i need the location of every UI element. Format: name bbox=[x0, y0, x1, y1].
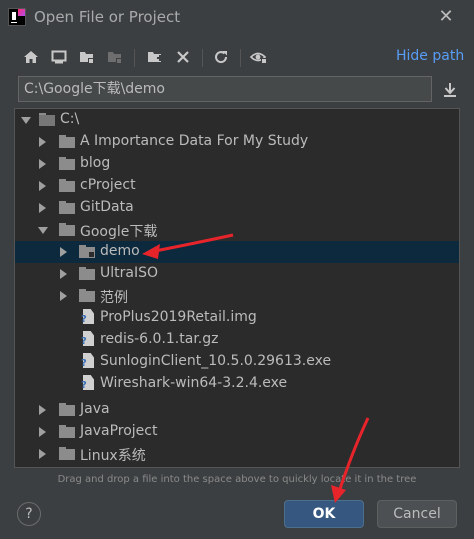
project-folder-icon[interactable] bbox=[76, 46, 98, 68]
tree-item-file[interactable]: ? Wireshark-win64-3.2.4.exe bbox=[15, 373, 459, 395]
cancel-button[interactable]: Cancel bbox=[377, 500, 457, 528]
download-icon[interactable] bbox=[440, 80, 460, 100]
tree-item-file[interactable]: ? SunloginClient_10.5.0.29613.exe bbox=[15, 351, 459, 373]
tree-item-label: JavaProject bbox=[80, 423, 158, 439]
tree-item-label: Linux系统 bbox=[80, 448, 146, 464]
collapsed-arrow-icon[interactable] bbox=[39, 449, 46, 459]
tree-item-label: blog bbox=[80, 155, 111, 171]
toolbar-separator bbox=[134, 49, 135, 67]
collapsed-arrow-icon[interactable] bbox=[60, 291, 67, 301]
folder-icon bbox=[59, 179, 75, 192]
path-input[interactable]: C:\Google下载\demo bbox=[18, 76, 432, 102]
collapsed-arrow-icon[interactable] bbox=[39, 405, 46, 415]
tree-item-label: demo bbox=[100, 243, 140, 259]
tree-item-folder[interactable]: Linux系统 bbox=[15, 443, 459, 465]
tree-item-folder[interactable]: A Importance Data For My Study bbox=[15, 131, 459, 153]
folder-icon bbox=[59, 403, 75, 416]
home-icon[interactable] bbox=[20, 46, 42, 68]
unknown-file-icon: ? bbox=[81, 309, 94, 326]
folder-icon bbox=[79, 267, 95, 280]
folder-icon bbox=[59, 447, 75, 460]
tree-item-label: C:\ bbox=[60, 111, 80, 127]
tree-item-folder[interactable]: blog bbox=[15, 153, 459, 175]
unknown-file-icon: ? bbox=[81, 375, 94, 392]
folder-icon bbox=[79, 289, 95, 302]
toolbar-separator bbox=[240, 49, 241, 67]
folder-icon bbox=[59, 135, 75, 148]
drive-icon bbox=[39, 113, 55, 126]
ok-button[interactable]: OK bbox=[284, 500, 364, 528]
tree-item-folder[interactable]: JavaProject bbox=[15, 421, 459, 443]
collapsed-arrow-icon[interactable] bbox=[39, 137, 46, 147]
unknown-file-icon: ? bbox=[81, 331, 94, 348]
tree-item-label: ProPlus2019Retail.img bbox=[100, 309, 257, 325]
collapsed-arrow-icon[interactable] bbox=[60, 247, 67, 257]
toolbar bbox=[20, 46, 460, 70]
tree-item-folder[interactable]: Google下载 bbox=[15, 219, 459, 241]
collapsed-arrow-icon[interactable] bbox=[60, 269, 67, 279]
folder-icon bbox=[59, 223, 75, 236]
tree-item-label: Google下载 bbox=[80, 224, 158, 240]
new-folder-icon[interactable] bbox=[144, 46, 166, 68]
tree-item-label: GitData bbox=[80, 199, 134, 215]
desktop-icon[interactable] bbox=[48, 46, 70, 68]
drag-drop-hint: Drag and drop a file into the space abov… bbox=[57, 474, 417, 485]
collapsed-arrow-icon[interactable] bbox=[39, 427, 46, 437]
collapsed-arrow-icon[interactable] bbox=[39, 181, 46, 191]
help-button[interactable]: ? bbox=[17, 502, 41, 526]
tree-item-folder[interactable]: GitData bbox=[15, 197, 459, 219]
tree-item-label: Java bbox=[80, 401, 110, 417]
file-tree[interactable]: C:\ A Importance Data For My Study blog … bbox=[14, 108, 460, 468]
tree-item-drive-c[interactable]: C:\ bbox=[15, 109, 459, 131]
collapsed-arrow-icon[interactable] bbox=[39, 159, 46, 169]
close-icon[interactable]: ✕ bbox=[436, 7, 456, 27]
intellij-logo-icon bbox=[8, 8, 26, 26]
collapsed-arrow-icon[interactable] bbox=[39, 203, 46, 213]
expanded-arrow-icon[interactable] bbox=[38, 227, 48, 234]
hide-path-link[interactable]: Hide path bbox=[396, 48, 464, 64]
show-hidden-icon[interactable] bbox=[248, 46, 270, 68]
tree-item-folder[interactable]: UltraISO bbox=[15, 263, 459, 285]
tree-item-file[interactable]: ? redis-6.0.1.tar.gz bbox=[15, 329, 459, 351]
unknown-file-icon: ? bbox=[81, 353, 94, 370]
tree-item-folder[interactable]: Java bbox=[15, 399, 459, 421]
toolbar-separator bbox=[202, 49, 203, 67]
tree-item-file[interactable]: ? ProPlus2019Retail.img bbox=[15, 307, 459, 329]
title-bar: Open File or Project ✕ bbox=[0, 0, 474, 36]
tree-item-label: cProject bbox=[80, 177, 136, 193]
module-folder-icon[interactable] bbox=[104, 46, 126, 68]
project-folder-icon bbox=[79, 245, 95, 258]
tree-item-folder[interactable]: cProject bbox=[15, 175, 459, 197]
delete-icon[interactable] bbox=[172, 46, 194, 68]
expanded-arrow-icon[interactable] bbox=[21, 117, 31, 124]
folder-icon bbox=[59, 425, 75, 438]
folder-icon bbox=[59, 201, 75, 214]
folder-icon bbox=[59, 157, 75, 170]
window-title: Open File or Project bbox=[34, 8, 181, 26]
refresh-icon[interactable] bbox=[210, 46, 232, 68]
tree-item-label: Wireshark-win64-3.2.4.exe bbox=[100, 375, 288, 391]
tree-item-label: A Importance Data For My Study bbox=[80, 133, 309, 149]
tree-item-label: 范例 bbox=[100, 290, 128, 306]
tree-item-label: redis-6.0.1.tar.gz bbox=[100, 331, 219, 347]
tree-item-demo-selected[interactable]: demo bbox=[15, 241, 459, 263]
tree-item-folder[interactable]: 范例 bbox=[15, 285, 459, 307]
tree-item-label: UltraISO bbox=[100, 265, 158, 281]
tree-item-label: SunloginClient_10.5.0.29613.exe bbox=[100, 353, 332, 369]
